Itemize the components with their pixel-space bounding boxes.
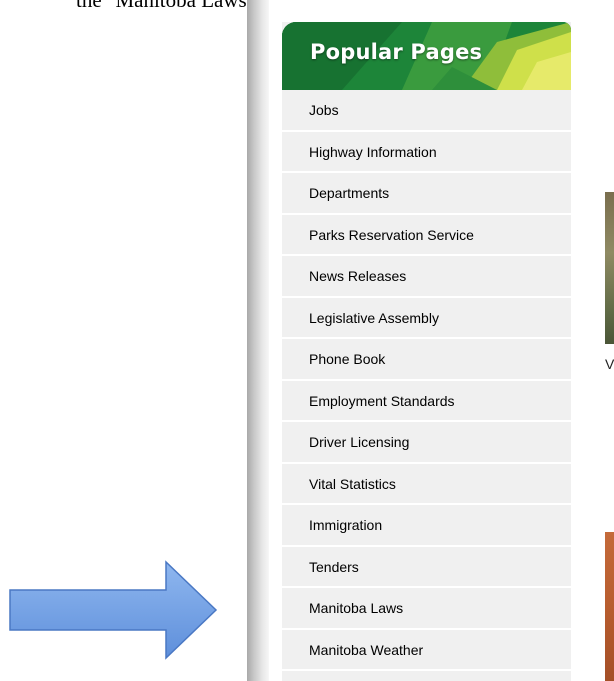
sidebar-item-manitoba-weather[interactable]: Manitoba Weather (282, 629, 571, 671)
popular-pages-panel: Popular Pages Jobs Highway Information D… (282, 22, 571, 681)
sidebar-item-manitoba-laws[interactable]: Manitoba Laws (282, 588, 571, 630)
popular-pages-list: Jobs Highway Information Departments Par… (282, 90, 571, 671)
popular-pages-header: Popular Pages (282, 22, 571, 90)
sidebar-item-employment-standards[interactable]: Employment Standards (282, 380, 571, 422)
feature-photo-2[interactable] (605, 532, 614, 681)
sidebar-item-highway-information[interactable]: Highway Information (282, 131, 571, 173)
feature-photo[interactable] (605, 192, 614, 344)
sidebar-item-legislative-assembly[interactable]: Legislative Assembly (282, 297, 571, 339)
popular-pages-title: Popular Pages (310, 40, 483, 64)
sidebar-item-phone-book[interactable]: Phone Book (282, 339, 571, 381)
sidebar-item-immigration[interactable]: Immigration (282, 505, 571, 547)
sidebar-item-news-releases[interactable]: News Releases (282, 256, 571, 298)
sidebar-item-jobs[interactable]: Jobs (282, 90, 571, 132)
sidebar-item-driver-licensing[interactable]: Driver Licensing (282, 422, 571, 464)
right-arrow-icon (9, 560, 218, 660)
sidebar-item-departments[interactable]: Departments (282, 173, 571, 215)
feature-caption: V (605, 356, 614, 372)
sidebar-item-tenders[interactable]: Tenders (282, 546, 571, 588)
sidebar-item-parks-reservation-service[interactable]: Parks Reservation Service (282, 214, 571, 256)
sidebar-item-vital-statistics[interactable]: Vital Statistics (282, 463, 571, 505)
page-edge-shadow (247, 0, 269, 681)
website-screenshot: Popular Pages Jobs Highway Information D… (247, 0, 614, 681)
